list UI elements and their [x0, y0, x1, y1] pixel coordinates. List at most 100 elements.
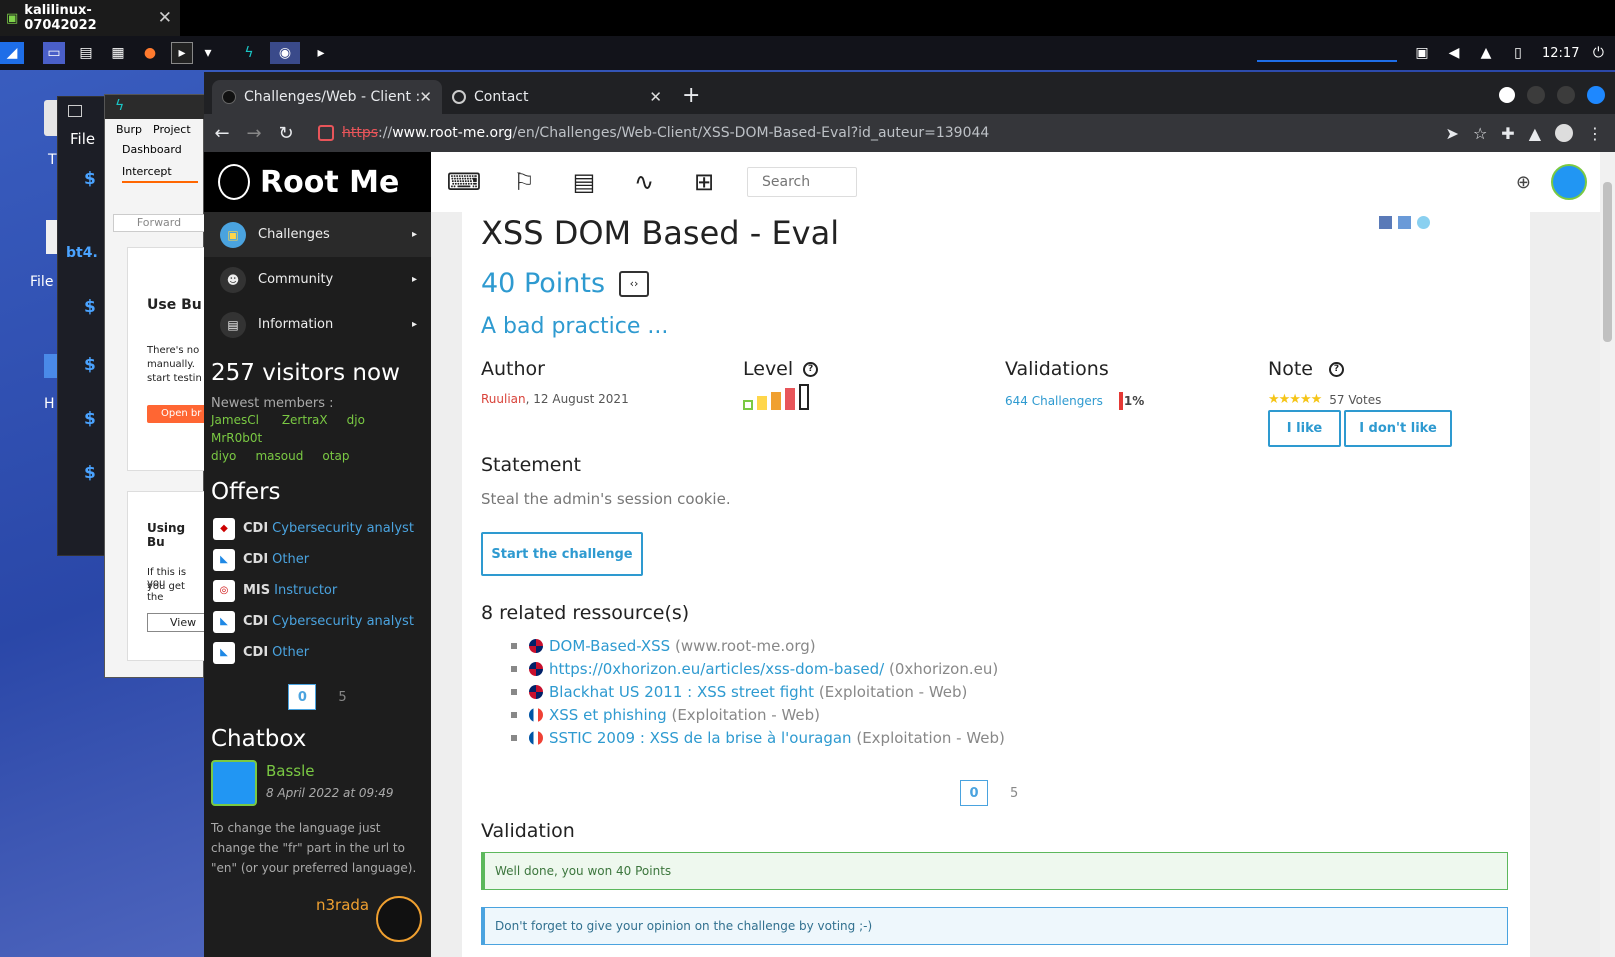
member-link[interactable]: diyo	[211, 449, 236, 463]
firefox-icon[interactable]: ●	[139, 42, 161, 64]
burp-window[interactable]: ϟ Burp Project Dashboard Intercept Forwa…	[104, 94, 205, 678]
nav-information[interactable]: ▤ Information ▸	[204, 302, 431, 347]
offer-item[interactable]: ◣ CDI Other	[204, 544, 431, 575]
labs-icon[interactable]: ▲	[1529, 124, 1541, 143]
member-link[interactable]: masoud	[255, 449, 303, 463]
offer-item[interactable]: ◆ CDI Cybersecurity analyst	[204, 513, 431, 544]
terminal-menu-file[interactable]: File	[70, 130, 95, 148]
member-link[interactable]: otap	[322, 449, 349, 463]
nav-community[interactable]: ☻ Community ▸	[204, 257, 431, 302]
tab-close-icon[interactable]: ✕	[419, 88, 432, 106]
resource-link[interactable]: https://0xhorizon.eu/articles/xss-dom-ba…	[549, 660, 884, 678]
page-next[interactable]: 5	[1010, 786, 1018, 801]
resource-link[interactable]: SSTIC 2009 : XSS de la brise à l'ouragan	[549, 729, 852, 747]
offer-title[interactable]: Other	[272, 645, 309, 660]
faq-icon[interactable]: ⌨	[445, 163, 483, 201]
minimize-button[interactable]	[1527, 86, 1545, 104]
page-next[interactable]: 5	[338, 690, 346, 705]
notification-bell-icon[interactable]: ▲	[1475, 42, 1497, 64]
page-current[interactable]: 0	[288, 684, 317, 710]
bookmark-star-icon[interactable]: ☆	[1473, 124, 1487, 143]
page-scrollbar[interactable]	[1600, 152, 1615, 957]
tab-close-icon[interactable]: ✕	[649, 88, 662, 106]
nav-challenges[interactable]: ▣ Challenges ▸	[204, 212, 431, 257]
chat-avatar[interactable]	[211, 760, 257, 806]
offer-title[interactable]: Instructor	[274, 583, 337, 598]
burp-view-button[interactable]: View	[147, 613, 205, 632]
chat-avatar-2[interactable]	[376, 896, 422, 942]
back-icon[interactable]: ←	[206, 123, 238, 144]
linkedin-icon[interactable]	[1398, 216, 1411, 229]
offer-item[interactable]: ◣ CDI Cybersecurity analyst	[204, 606, 431, 637]
start-challenge-button[interactable]: Start the challenge	[481, 532, 643, 576]
roadmap-icon[interactable]: ⚐	[505, 163, 543, 201]
chevron-down-icon[interactable]: ▾	[203, 42, 213, 64]
member-link[interactable]: ZertraX	[282, 413, 328, 427]
chat-user[interactable]: Bassle	[266, 762, 315, 780]
chrome-task-icon[interactable]: ◉	[270, 42, 300, 64]
vm-tab[interactable]: ▣ kalilinux-07042022 ✕	[0, 0, 180, 36]
facebook-icon[interactable]	[1379, 216, 1392, 229]
like-button[interactable]: I like	[1268, 410, 1341, 447]
resource-link[interactable]: DOM-Based-XSS	[549, 637, 670, 655]
terminal-icon[interactable]: ▸	[171, 42, 193, 64]
shop-cart-icon[interactable]: ⊞	[685, 163, 723, 201]
send-icon[interactable]: ➤	[1446, 124, 1459, 143]
member-link[interactable]: JamesCl	[211, 413, 259, 427]
offer-title[interactable]: Cybersecurity analyst	[272, 521, 414, 536]
battery-icon[interactable]: ▯	[1507, 42, 1529, 64]
twitter-icon[interactable]	[1417, 216, 1430, 229]
note-help-icon[interactable]: ?	[1328, 361, 1344, 377]
burp-menu-project[interactable]: Project	[153, 123, 191, 136]
dislike-button[interactable]: I don't like	[1344, 410, 1452, 447]
ctf-icon[interactable]: ∿	[625, 163, 663, 201]
author-link[interactable]: Ruulian	[481, 392, 526, 406]
offer-title[interactable]: Cybersecurity analyst	[272, 614, 414, 629]
validations-link[interactable]: 644 Challengers	[1005, 394, 1103, 408]
resource-link[interactable]: Blackhat US 2011 : XSS street fight	[549, 683, 814, 701]
vm-tab-close-icon[interactable]: ✕	[158, 8, 172, 28]
resource-link[interactable]: XSS et phishing	[549, 706, 667, 724]
burp-open-browser-button[interactable]: Open br	[147, 405, 205, 423]
text-editor-icon[interactable]: ▦	[107, 42, 129, 64]
documents-icon[interactable]: ▤	[565, 163, 603, 201]
burp-menu-burp[interactable]: Burp	[116, 123, 142, 136]
extensions-icon[interactable]: ✚	[1501, 124, 1514, 143]
offer-item[interactable]: ◣ CDI Other	[204, 637, 431, 668]
workspace-icon[interactable]: ▭	[43, 42, 65, 64]
language-icon[interactable]: ⊕	[1516, 172, 1531, 193]
search-input[interactable]	[747, 167, 857, 197]
level-help-icon[interactable]: ?	[803, 361, 819, 377]
burp-tab-dashboard[interactable]: Dashboard	[122, 143, 182, 156]
reload-icon[interactable]: ↻	[270, 123, 302, 144]
file-manager-icon[interactable]: ▤	[75, 42, 97, 64]
burp-forward-button[interactable]: Forward	[113, 214, 205, 232]
rootme-logo[interactable]: Root Me	[204, 152, 431, 212]
tab-search-icon[interactable]	[1499, 87, 1515, 103]
offer-item[interactable]: ◎ MIS Instructor	[204, 575, 431, 606]
menu-icon[interactable]: ⋮	[1587, 124, 1603, 143]
member-link[interactable]: MrR0b0t	[211, 431, 262, 445]
page-current[interactable]: 0	[960, 780, 988, 806]
new-tab-button[interactable]: +	[682, 83, 700, 108]
display-icon[interactable]: ▣	[1411, 42, 1433, 64]
burp-task-icon[interactable]: ϟ	[238, 42, 260, 64]
web-client-category-icon[interactable]: ‹›	[619, 270, 650, 297]
offer-title[interactable]: Other	[272, 552, 309, 567]
power-icon[interactable]: ⏻	[1587, 42, 1609, 64]
chrome-window[interactable]: Challenges/Web - Client : ✕ Contact ✕ + …	[204, 72, 1615, 957]
maximize-button[interactable]	[1557, 86, 1575, 104]
kali-menu-icon[interactable]: ◢	[0, 42, 24, 64]
user-avatar[interactable]	[1551, 164, 1587, 200]
profile-icon[interactable]	[1555, 123, 1573, 142]
chat-user-2[interactable]: n3rada	[316, 896, 369, 914]
scrollbar-thumb[interactable]	[1603, 182, 1612, 342]
volume-icon[interactable]: ◀	[1443, 42, 1465, 64]
terminal-task-icon[interactable]: ▸	[310, 42, 332, 64]
tab-challenges[interactable]: Challenges/Web - Client : ✕	[212, 80, 442, 114]
burp-tab-intercept[interactable]: Intercept	[122, 165, 198, 183]
forward-icon[interactable]: →	[238, 123, 270, 144]
member-link[interactable]: djo	[347, 413, 365, 427]
close-window-button[interactable]	[1587, 86, 1605, 104]
url-field[interactable]: https :// www.root-me.org /en/Challenges…	[318, 125, 989, 141]
